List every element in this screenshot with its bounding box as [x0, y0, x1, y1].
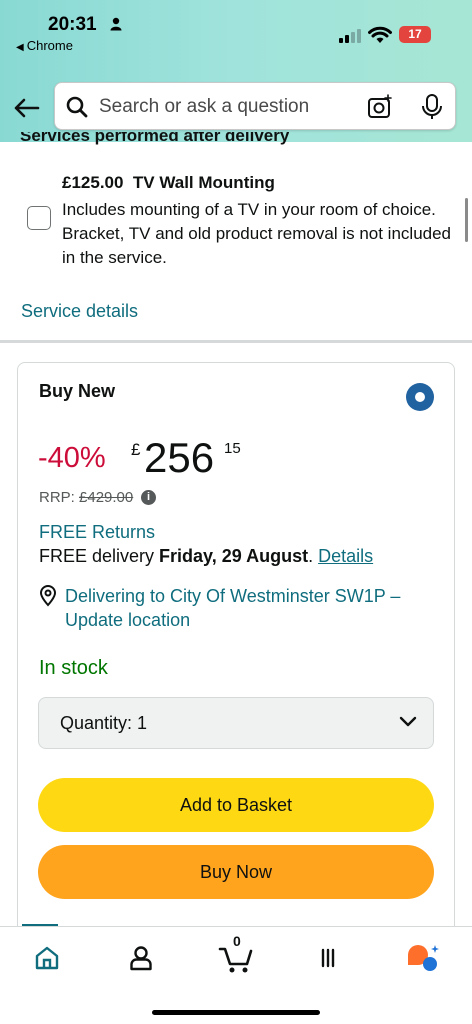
delivery-details-link[interactable]: Details	[318, 546, 373, 566]
person-status-icon	[110, 17, 122, 31]
back-to-app[interactable]: ◀ Chrome	[16, 38, 73, 53]
stock-status: In stock	[39, 657, 108, 679]
section-divider	[0, 340, 472, 343]
scrollbar[interactable]	[465, 198, 468, 242]
home-icon[interactable]	[34, 945, 60, 971]
service-details-link[interactable]: Service details	[21, 301, 138, 322]
rrp-label: RRP:	[39, 489, 75, 506]
quantity-select[interactable]: Quantity: 1	[38, 697, 434, 749]
free-returns-link[interactable]: FREE Returns	[39, 522, 155, 543]
wifi-icon	[368, 26, 392, 43]
microphone-icon[interactable]	[421, 93, 443, 121]
home-indicator	[152, 1010, 320, 1015]
battery-indicator: 17	[399, 26, 431, 43]
delivery-line: FREE delivery Friday, 29 August. Details	[39, 546, 374, 566]
chevron-down-icon	[399, 716, 417, 727]
camera-lens-icon[interactable]	[367, 94, 393, 120]
cart-count: 0	[233, 933, 241, 949]
back-arrow-icon[interactable]	[10, 92, 42, 124]
search-icon	[66, 96, 88, 118]
status-time: 20:31	[48, 14, 97, 35]
signal-icon	[339, 29, 361, 43]
delivery-date: Friday, 29 August	[159, 546, 309, 566]
rrp-value: £429.00	[79, 489, 134, 506]
discount-percent: -40%	[38, 442, 106, 474]
search-bar[interactable]: Search or ask a question	[54, 82, 456, 130]
search-input[interactable]: Search or ask a question	[99, 96, 309, 118]
add-to-basket-button[interactable]: Add to Basket	[38, 778, 434, 832]
price-currency: £	[131, 440, 141, 459]
rrp-line: RRP: £429.00	[39, 489, 133, 506]
delivery-prefix: FREE delivery	[39, 546, 155, 566]
quantity-label: Quantity: 1	[60, 713, 148, 733]
info-icon[interactable]: i	[141, 490, 156, 505]
services-heading: Services performed after delivery	[20, 132, 290, 145]
bottom-nav: 0	[0, 926, 472, 1024]
price-fraction: 15	[224, 440, 241, 457]
price-whole: 256	[144, 434, 215, 481]
delivery-location-link[interactable]: Delivering to City Of Westminster SW1P –…	[65, 584, 445, 632]
menu-icon[interactable]	[317, 947, 339, 969]
buy-new-label: Buy New	[39, 381, 116, 401]
buy-new-radio[interactable]	[406, 383, 434, 411]
account-icon[interactable]	[129, 945, 153, 971]
service-option-description: Includes mounting of a TV in your room o…	[62, 200, 452, 267]
back-triangle-icon: ◀	[16, 42, 24, 53]
location-pin-icon	[39, 585, 57, 607]
back-app-label: Chrome	[26, 38, 73, 53]
header: 20:31 ◀ Chrome 17 Search or ask a questio…	[0, 0, 472, 142]
service-checkbox[interactable]	[27, 206, 51, 230]
service-option-title: £125.00 TV Wall Mounting	[62, 173, 275, 192]
rufus-icon[interactable]	[406, 943, 440, 973]
buy-now-button[interactable]: Buy Now	[38, 845, 434, 899]
